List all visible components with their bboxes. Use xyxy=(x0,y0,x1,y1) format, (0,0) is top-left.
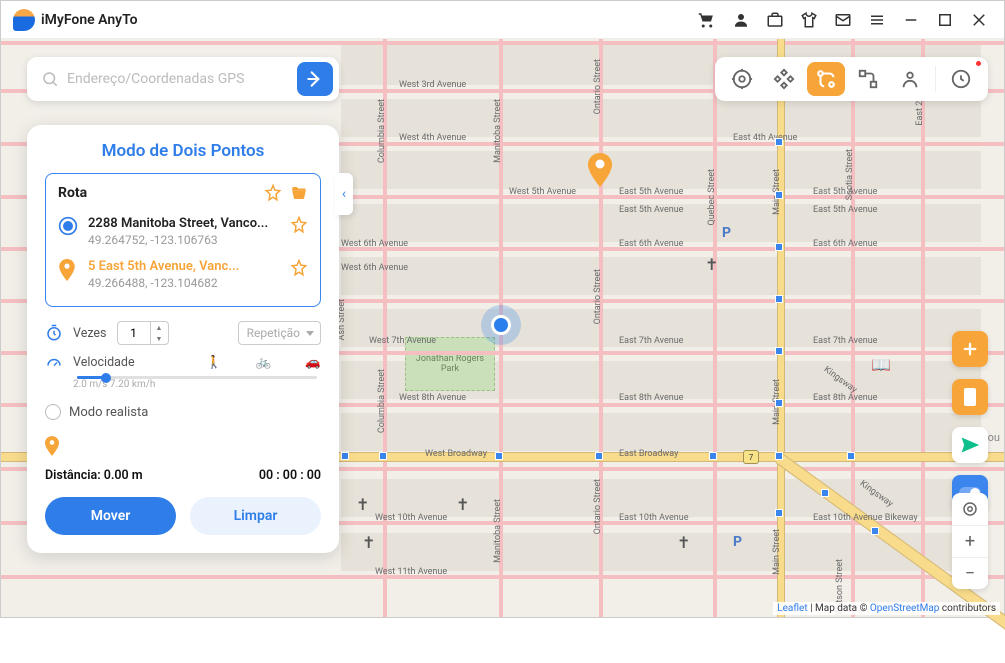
speed-label: Velocidade xyxy=(73,355,135,370)
move-button[interactable]: Mover xyxy=(45,497,176,535)
times-input[interactable] xyxy=(118,326,150,340)
times-label: Vezes xyxy=(73,326,107,341)
send-button[interactable] xyxy=(952,427,988,463)
realistic-mode-toggle[interactable]: Modo realista xyxy=(45,404,321,420)
bike-icon[interactable]: 🚲 xyxy=(256,355,272,370)
app-title: iMyFone AnyTo xyxy=(41,12,138,28)
app-logo: iMyFone AnyTo xyxy=(13,9,138,31)
speed-icon xyxy=(45,355,63,373)
speed-value: 2.0 m/s 7.20 km/h xyxy=(73,379,321,390)
joystick-mode-icon[interactable] xyxy=(765,62,803,96)
multi-spot-mode-icon[interactable] xyxy=(849,62,887,96)
collapse-panel-button[interactable]: ‹ xyxy=(335,173,353,215)
route-shield: 7 xyxy=(743,450,759,464)
side-rail xyxy=(952,331,988,511)
stop-address: 5 East 5th Avenue, Vanc... xyxy=(88,259,282,274)
search-bar xyxy=(27,57,339,101)
times-up[interactable]: ▲ xyxy=(151,322,168,333)
teleport-mode-icon[interactable] xyxy=(723,62,761,96)
briefcase-icon[interactable] xyxy=(762,7,788,33)
zoom-in-button[interactable]: + xyxy=(952,525,988,557)
book-icon: 📖 xyxy=(871,355,891,374)
waypoint-marker-icon xyxy=(45,436,321,460)
map-attribution: Leaflet | Map data © OpenStreetMap contr… xyxy=(773,602,1000,615)
two-spot-mode-icon[interactable] xyxy=(807,62,845,96)
stop-coords: 49.264752, -123.106763 xyxy=(88,233,282,247)
user-icon[interactable] xyxy=(728,7,754,33)
cart-icon[interactable] xyxy=(694,7,720,33)
destination-pin[interactable] xyxy=(587,153,613,187)
route-stop: 5 East 5th Avenue, Vanc... 49.266488, -1… xyxy=(58,253,308,296)
favorite-stop-icon[interactable] xyxy=(290,259,308,277)
panel-title: Modo de Dois Pontos xyxy=(45,141,321,161)
radio-icon xyxy=(45,404,61,420)
route-label: Rota xyxy=(58,185,256,201)
repeat-select[interactable]: Repetição xyxy=(238,321,321,345)
times-down[interactable]: ▼ xyxy=(151,333,168,344)
church-icon: ✝ xyxy=(362,533,375,552)
route-stop: 2288 Manitoba Street, Vanco... 49.264752… xyxy=(58,210,308,253)
speed-slider[interactable] xyxy=(77,376,317,379)
walk-icon[interactable]: 🚶 xyxy=(206,355,222,370)
search-icon xyxy=(41,70,59,88)
mail-icon[interactable] xyxy=(830,7,856,33)
device-button[interactable] xyxy=(952,379,988,415)
locate-button[interactable] xyxy=(952,493,988,525)
church-icon: ✝ xyxy=(705,255,718,274)
shirt-icon[interactable] xyxy=(796,7,822,33)
favorite-route-icon[interactable] xyxy=(264,184,282,202)
menu-icon[interactable] xyxy=(864,7,890,33)
distance-label: Distância: 0.00 m xyxy=(45,468,143,483)
timer-value: 00 : 00 : 00 xyxy=(259,468,321,483)
zoom-out-button[interactable]: − xyxy=(952,557,988,589)
route-panel: ‹ Modo de Dois Pontos Rota 2288 Manitoba… xyxy=(27,125,339,553)
osm-link[interactable]: OpenStreetMap xyxy=(870,603,940,614)
zoom-controls: + − xyxy=(952,493,988,589)
leaflet-link[interactable]: Leaflet xyxy=(777,603,807,614)
add-waypoint-button[interactable] xyxy=(952,331,988,367)
stop-coords: 49.266488, -123.104682 xyxy=(88,276,282,290)
search-input[interactable] xyxy=(67,71,289,87)
clear-button[interactable]: Limpar xyxy=(190,497,321,535)
church-icon: ✝ xyxy=(356,495,369,514)
minimize-icon[interactable] xyxy=(898,7,924,33)
end-pin-icon xyxy=(58,259,80,285)
stop-address: 2288 Manitoba Street, Vanco... xyxy=(88,216,282,231)
timer-icon xyxy=(45,324,63,342)
current-location-dot xyxy=(491,315,511,335)
parking-icon: P xyxy=(733,534,742,550)
logo-icon xyxy=(13,9,35,31)
mode-toolbar xyxy=(715,57,988,101)
open-folder-icon[interactable] xyxy=(290,184,308,202)
parking-icon: P xyxy=(722,225,731,241)
church-icon: ✝ xyxy=(456,495,469,514)
car-icon[interactable]: 🚗 xyxy=(305,355,321,370)
close-icon[interactable] xyxy=(966,7,992,33)
favorite-stop-icon[interactable] xyxy=(290,216,308,234)
church-icon: ✝ xyxy=(677,533,690,552)
maximize-icon[interactable] xyxy=(932,7,958,33)
times-spinner[interactable]: ▲▼ xyxy=(117,321,169,345)
titlebar: iMyFone AnyTo xyxy=(1,1,1004,39)
gpx-mode-icon[interactable] xyxy=(891,62,929,96)
history-icon[interactable] xyxy=(942,62,980,96)
go-button[interactable] xyxy=(297,62,333,96)
start-pin-icon xyxy=(58,216,80,240)
route-box: Rota 2288 Manitoba Street, Vanco... 49.2… xyxy=(45,173,321,307)
